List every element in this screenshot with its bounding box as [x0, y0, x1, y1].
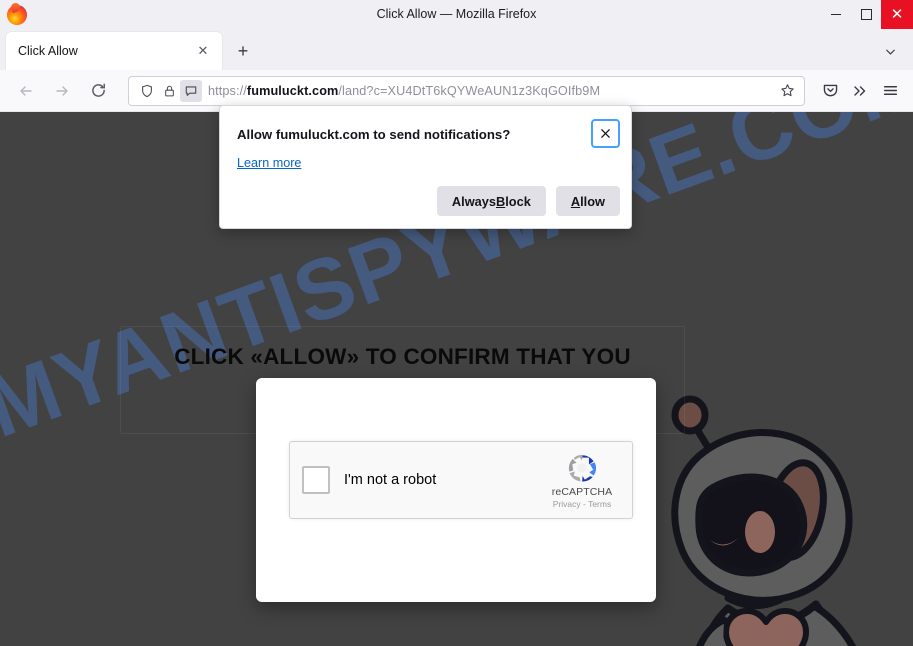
toolbar-right-actions [815, 76, 905, 106]
close-icon [601, 129, 610, 138]
allow-button[interactable]: Allow [555, 186, 620, 216]
bookmark-star-icon[interactable] [776, 80, 798, 102]
forward-button[interactable] [46, 75, 78, 107]
recaptcha-brand-name: reCAPTCHA [551, 486, 613, 498]
always-block-accel: B [496, 193, 506, 209]
address-bar[interactable]: https://fumuluckt.com/land?c=XU4DtT6kQYW… [128, 75, 805, 106]
recaptcha-widget[interactable]: I'm not a robot reCAPTCHA Privacy - Term… [289, 441, 633, 519]
allow-accel: A [570, 193, 581, 209]
recaptcha-branding: reCAPTCHA Privacy - Terms [540, 451, 624, 509]
allow-suffix: llow [580, 193, 605, 209]
close-icon: ✕ [890, 6, 904, 23]
notification-permission-icon[interactable] [180, 79, 202, 102]
pocket-icon[interactable] [815, 76, 845, 106]
always-block-button[interactable]: Always Block [436, 186, 546, 216]
new-tab-button[interactable]: + [228, 36, 258, 66]
close-window-button[interactable]: ✕ [881, 0, 913, 29]
reload-button[interactable] [82, 75, 114, 107]
firefox-logo-icon [7, 4, 27, 25]
url-scheme: https:// [208, 83, 247, 98]
list-all-tabs-chevron-down-icon[interactable] [877, 38, 903, 64]
connection-lock-icon[interactable] [158, 80, 180, 102]
url-text[interactable]: https://fumuluckt.com/land?c=XU4DtT6kQYW… [208, 84, 776, 98]
overflow-menu-button[interactable] [845, 76, 875, 106]
tracking-protection-shield-icon[interactable] [136, 80, 158, 102]
minimize-button[interactable] [821, 0, 851, 29]
notification-permission-doorhanger: Allow fumuluckt.com to send notification… [219, 105, 632, 229]
url-path: /land?c=XU4DtT6kQYWeAUN1z3KqGOIfb9M [338, 83, 601, 98]
recaptcha-logo-icon [568, 454, 597, 482]
window-title: Click Allow — Mozilla Firefox [376, 7, 537, 21]
tab-click-allow[interactable]: Click Allow ✕ [6, 32, 222, 70]
tab-title: Click Allow [18, 44, 78, 58]
always-block-prefix: Always [451, 193, 496, 209]
url-host: fumuluckt.com [246, 83, 339, 98]
hamburger-menu-icon[interactable] [875, 76, 905, 106]
recaptcha-legal-links[interactable]: Privacy - Terms [553, 499, 611, 509]
doorhanger-actions: Always Block Allow [436, 186, 620, 216]
always-block-suffix: lock [505, 193, 531, 209]
page-headline: CLICK «ALLOW» TO CONFIRM THAT YOU [174, 344, 631, 369]
recaptcha-label: I'm not a robot [344, 472, 437, 488]
maximize-button[interactable] [851, 0, 881, 29]
firefox-window: Click Allow — Mozilla Firefox ✕ Click Al… [0, 0, 913, 646]
title-bar: Click Allow — Mozilla Firefox ✕ [0, 0, 913, 29]
doorhanger-close-button[interactable] [591, 119, 620, 148]
tab-strip: Click Allow ✕ + [0, 29, 913, 70]
learn-more-link[interactable]: Learn more [237, 156, 301, 170]
window-controls: ✕ [821, 0, 913, 29]
captcha-card: I'm not a robot reCAPTCHA Privacy - Term… [256, 378, 656, 602]
recaptcha-checkbox[interactable] [302, 466, 330, 494]
back-button[interactable] [10, 75, 42, 107]
doorhanger-title: Allow fumuluckt.com to send notification… [237, 127, 511, 142]
tab-close-icon[interactable]: ✕ [192, 40, 214, 62]
